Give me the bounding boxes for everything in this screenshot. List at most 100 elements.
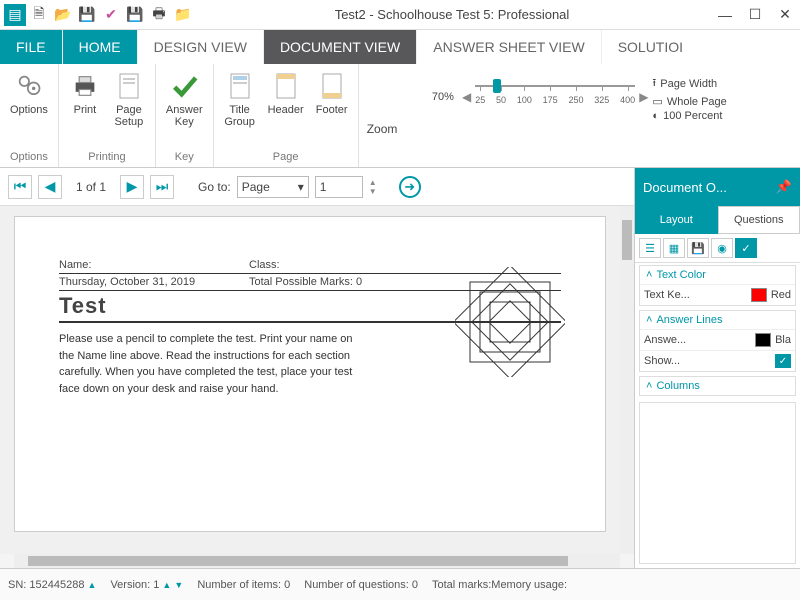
section-columns: ˄ Columns: [639, 376, 796, 396]
goto-select[interactable]: Page▾: [237, 176, 309, 198]
chevron-up-icon: ˄: [646, 314, 652, 326]
prev-page-button[interactable]: ◀: [38, 175, 62, 199]
section-answer-lines: ˄Answer Lines Answe... Bla Show... ✓: [639, 310, 796, 372]
side-tool-check[interactable]: ✓: [735, 238, 757, 258]
side-tool-refresh[interactable]: ◉: [711, 238, 733, 258]
app-icon[interactable]: ▤: [4, 4, 26, 26]
side-preview-area: [639, 402, 796, 564]
checkbox-checked-icon[interactable]: ✓: [775, 354, 791, 368]
window-title: Test2 - Schoolhouse Test 5: Professional: [194, 7, 710, 22]
quick-access-toolbar: ▤ 🗎 📂 💾 ✔ 💾 🖶 📁: [0, 4, 194, 26]
prop-text-key-label: Text Ke...: [644, 289, 747, 301]
header-button[interactable]: Header: [264, 68, 308, 118]
goto-number-value: 1: [320, 180, 327, 194]
zoom-presets: ⭱Page Width ▭Whole Page ◐100 Percent: [652, 72, 726, 122]
options-label: Options: [10, 104, 48, 116]
ribbon-group-options: Options Options: [0, 64, 59, 167]
minimize-icon[interactable]: —: [710, 0, 740, 30]
print-icon[interactable]: 🖶: [148, 4, 170, 26]
maximize-icon[interactable]: ☐: [740, 0, 770, 30]
print-button[interactable]: Print: [65, 68, 105, 118]
title-group-button[interactable]: Title Group: [220, 68, 260, 130]
section-text-color-header[interactable]: ˄Text Color: [640, 266, 795, 284]
down-arrow-icon[interactable]: ▼: [174, 580, 183, 590]
page-setup-button[interactable]: Page Setup: [109, 68, 149, 130]
gear-icon: [13, 70, 45, 102]
printing-group-label: Printing: [65, 149, 149, 165]
vertical-scrollbar[interactable]: [620, 206, 634, 554]
goto-label: Go to:: [198, 180, 231, 194]
last-page-button[interactable]: ⏭: [150, 175, 174, 199]
marks-value: Total Possible Marks: 0: [249, 276, 362, 288]
prop-text-key[interactable]: Text Ke... Red: [640, 284, 795, 305]
zoom-100-percent[interactable]: ◐100 Percent: [652, 110, 726, 122]
side-tool-list[interactable]: ☰: [639, 238, 661, 258]
new-icon[interactable]: 🗎: [28, 4, 50, 26]
document-page: Name: Class: Thursday, October 31, 2019 …: [14, 216, 606, 532]
up-arrow-icon[interactable]: ▲: [88, 580, 97, 590]
goto-number-input[interactable]: 1: [315, 176, 363, 198]
side-tab-questions[interactable]: Questions: [718, 206, 800, 234]
tab-answer-sheet[interactable]: ANSWER SHEET VIEW: [417, 30, 601, 64]
section-answer-lines-header[interactable]: ˄Answer Lines: [640, 311, 795, 329]
zoom-left-arrow[interactable]: ◀: [462, 90, 471, 104]
goto-go-button[interactable]: ➜: [399, 176, 421, 198]
zoom-whole-page[interactable]: ▭Whole Page: [652, 95, 726, 108]
ribbon: Options Options Print Page Setup Printin…: [0, 64, 800, 168]
date-value: Thursday, October 31, 2019: [59, 276, 249, 288]
answer-key-button[interactable]: Answer Key: [162, 68, 207, 130]
side-tab-layout[interactable]: Layout: [635, 206, 718, 234]
up-arrow-icon[interactable]: ▲: [162, 580, 171, 590]
zoom-right-arrow[interactable]: ▶: [639, 90, 648, 104]
work-area: ⏮ ◀ 1 of 1 ▶ ⏭ Go to: Page▾ 1 ▲▼ ➜ Name:…: [0, 168, 800, 568]
main-tabs: FILE HOME DESIGN VIEW DOCUMENT VIEW ANSW…: [0, 30, 800, 64]
side-tool-save[interactable]: 💾: [687, 238, 709, 258]
side-panel-header: Document O... 📌: [635, 168, 800, 206]
header-label: Header: [268, 104, 304, 116]
pin-icon[interactable]: 📌: [776, 179, 792, 195]
key-group-label: Key: [162, 149, 207, 165]
footer-icon: [316, 70, 348, 102]
options-button[interactable]: Options: [6, 68, 52, 118]
zoom-page-width[interactable]: ⭱Page Width: [652, 74, 726, 93]
footer-button[interactable]: Footer: [312, 68, 352, 118]
horizontal-scrollbar[interactable]: [14, 554, 620, 568]
check-icon[interactable]: ✔: [100, 4, 122, 26]
status-items: Number of items: 0: [197, 579, 290, 591]
tab-file[interactable]: FILE: [0, 30, 63, 64]
side-tool-grid[interactable]: ▦: [663, 238, 685, 258]
tab-design[interactable]: DESIGN VIEW: [138, 30, 264, 64]
close-icon[interactable]: ✕: [770, 0, 800, 30]
save-icon[interactable]: 💾: [76, 4, 98, 26]
tab-document[interactable]: DOCUMENT VIEW: [264, 30, 417, 64]
section-columns-label: Columns: [656, 380, 699, 392]
save2-icon[interactable]: 💾: [124, 4, 146, 26]
zoom-percentage: 70%: [432, 91, 454, 103]
tab-solution[interactable]: SOLUTIOI: [602, 30, 699, 64]
first-page-button[interactable]: ⏮: [8, 175, 32, 199]
ribbon-group-key: Answer Key Key: [156, 64, 214, 167]
prop-show[interactable]: Show... ✓: [640, 350, 795, 371]
section-columns-header[interactable]: ˄ Columns: [640, 377, 795, 395]
prop-answer-color[interactable]: Answe... Bla: [640, 329, 795, 350]
status-bar: SN: 152445288 ▲ Version: 1 ▲ ▼ Number of…: [0, 568, 800, 600]
header-icon: [270, 70, 302, 102]
folder-icon[interactable]: 📁: [172, 4, 194, 26]
open-icon[interactable]: 📂: [52, 4, 74, 26]
zoom-slider[interactable]: 25 50 100 175 250 325 400: [475, 77, 635, 117]
tab-home[interactable]: HOME: [63, 30, 138, 64]
status-questions: Number of questions: 0: [304, 579, 418, 591]
side-panel: Document O... 📌 Layout Questions ☰ ▦ 💾 ◉…: [634, 168, 800, 568]
hscroll-thumb[interactable]: [28, 556, 568, 566]
section-text-color-label: Text Color: [656, 269, 706, 281]
spinner-up-icon[interactable]: ▲: [369, 178, 377, 187]
spinner-down-icon[interactable]: ▼: [369, 187, 377, 196]
chevron-down-icon: ▾: [298, 180, 304, 194]
next-page-button[interactable]: ▶: [120, 175, 144, 199]
chevron-up-icon: ˄: [646, 380, 652, 392]
zoom-tick: 100: [517, 95, 532, 105]
decorative-graphic: [455, 267, 565, 380]
page-nav-bar: ⏮ ◀ 1 of 1 ▶ ⏭ Go to: Page▾ 1 ▲▼ ➜: [0, 168, 634, 206]
section-text-color: ˄Text Color Text Ke... Red: [639, 265, 796, 306]
vscroll-thumb[interactable]: [622, 220, 632, 260]
